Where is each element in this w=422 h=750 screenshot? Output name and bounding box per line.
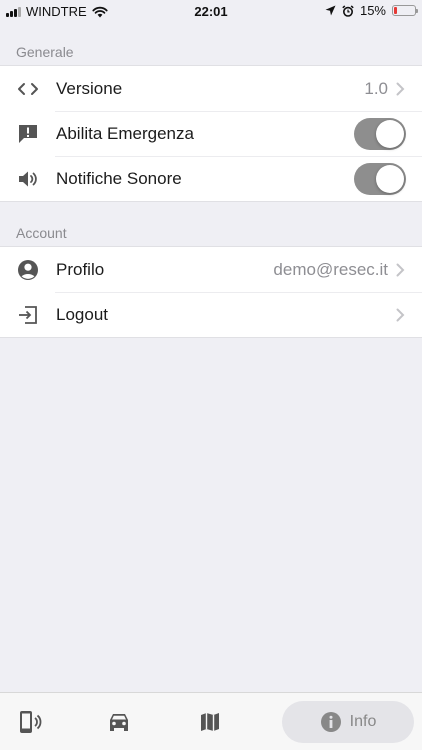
battery-percent: 15%: [359, 3, 386, 18]
status-right: 15%: [325, 3, 418, 18]
section-header-account: Account: [16, 225, 67, 241]
row-logout[interactable]: Logout: [0, 292, 422, 337]
user-circle-icon: [0, 259, 56, 281]
chevron-right-icon: [396, 263, 406, 277]
row-emergency: Abilita Emergenza: [0, 111, 422, 156]
row-version-value: 1.0: [364, 78, 388, 98]
sign-in-icon: [0, 305, 56, 325]
code-brackets-icon: [0, 81, 56, 97]
phone-signal-icon: [20, 711, 42, 733]
row-logout-label: Logout: [56, 304, 108, 324]
tab-vehicles[interactable]: [97, 701, 141, 743]
section-header-general: Generale: [16, 44, 74, 60]
tab-bar: Info: [0, 692, 422, 750]
sound-toggle[interactable]: [354, 162, 406, 195]
tab-devices[interactable]: [8, 701, 52, 743]
settings-group-general: Versione 1.0 Abilita Emergenza Notifiche…: [0, 65, 422, 202]
battery-fill: [394, 7, 397, 14]
battery-icon: [392, 5, 418, 16]
row-profile[interactable]: Profilo demo@resec.it: [0, 247, 422, 292]
map-icon: [201, 713, 219, 731]
alert-message-icon: [0, 124, 56, 144]
tab-info[interactable]: Info: [282, 701, 414, 743]
info-circle-icon: [320, 712, 341, 732]
car-icon: [110, 714, 128, 731]
row-version[interactable]: Versione 1.0: [0, 66, 422, 111]
row-version-label: Versione: [56, 78, 123, 98]
emergency-toggle[interactable]: [354, 117, 406, 150]
row-sound: Notifiche Sonore: [0, 156, 422, 201]
row-profile-label: Profilo: [56, 259, 105, 279]
toggle-knob: [376, 119, 404, 148]
status-bar: WINDTRE 22:01 15%: [0, 0, 422, 22]
speaker-icon: [0, 169, 56, 189]
tab-map[interactable]: [188, 701, 232, 743]
chevron-right-icon: [396, 308, 406, 322]
toggle-knob: [376, 164, 404, 193]
tab-info-label: Info: [349, 713, 377, 730]
settings-group-account: Profilo demo@resec.it Logout: [0, 246, 422, 338]
row-emergency-label: Abilita Emergenza: [56, 123, 194, 143]
row-profile-value: demo@resec.it: [273, 259, 388, 279]
chevron-right-icon: [396, 82, 406, 96]
row-sound-label: Notifiche Sonore: [56, 168, 182, 188]
location-arrow-icon: [325, 5, 336, 16]
alarm-icon: [342, 4, 354, 17]
